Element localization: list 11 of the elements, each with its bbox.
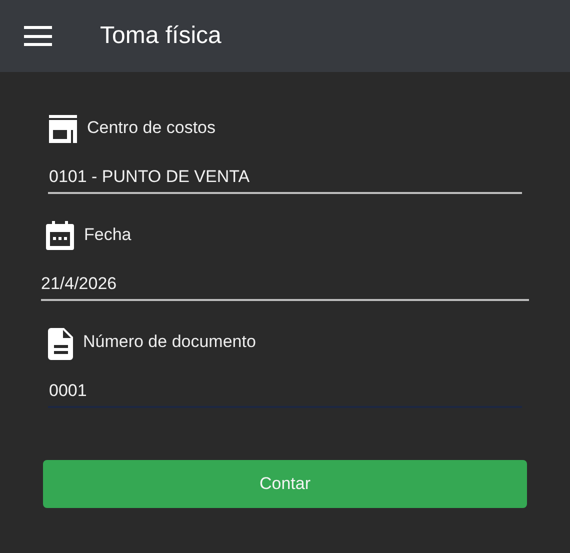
field-label: Fecha: [84, 225, 132, 245]
input-field[interactable]: 0101 - PUNTO DE VENTA: [48, 166, 522, 194]
field-label: Número de documento: [83, 332, 256, 352]
calendar-icon: [45, 221, 75, 251]
input-field[interactable]: 0001: [48, 380, 522, 408]
page-title: Toma física: [100, 22, 222, 50]
field-label: Centro de costos: [87, 118, 216, 138]
date-field[interactable]: 21/4/2026: [41, 273, 529, 301]
document-icon: [48, 328, 74, 360]
menu-icon[interactable]: [24, 26, 52, 46]
store-icon: [48, 114, 78, 144]
